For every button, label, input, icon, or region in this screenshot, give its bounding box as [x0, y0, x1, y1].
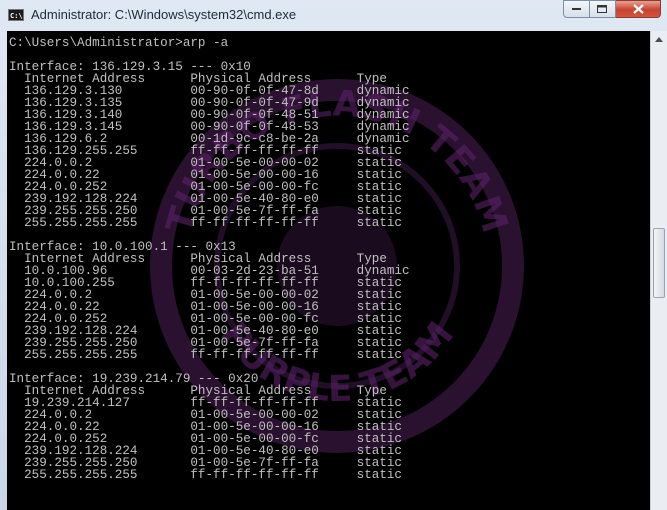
console-output[interactable]: C:\Users\Administrator>arp -a Interface:… [7, 31, 650, 510]
cmd-window: C:\ Administrator: C:\Windows\system32\c… [0, 0, 667, 510]
scroll-up-button[interactable] [651, 31, 667, 48]
cmd-app-icon: C:\ [8, 9, 24, 21]
scrollbar-thumb[interactable] [653, 228, 665, 298]
minimize-icon [571, 8, 581, 10]
maximize-button[interactable] [590, 0, 616, 18]
maximize-icon [597, 4, 607, 13]
console-text: C:\Users\Administrator>arp -a Interface:… [9, 36, 410, 482]
close-button[interactable] [616, 0, 661, 18]
close-icon [632, 4, 644, 14]
window-title: Administrator: C:\Windows\system32\cmd.e… [31, 7, 297, 22]
title-bar[interactable]: C:\ Administrator: C:\Windows\system32\c… [0, 0, 667, 31]
vertical-scrollbar[interactable] [650, 31, 667, 510]
scroll-up-icon [655, 37, 663, 42]
minimize-button[interactable] [563, 0, 590, 18]
window-controls [563, 0, 661, 20]
